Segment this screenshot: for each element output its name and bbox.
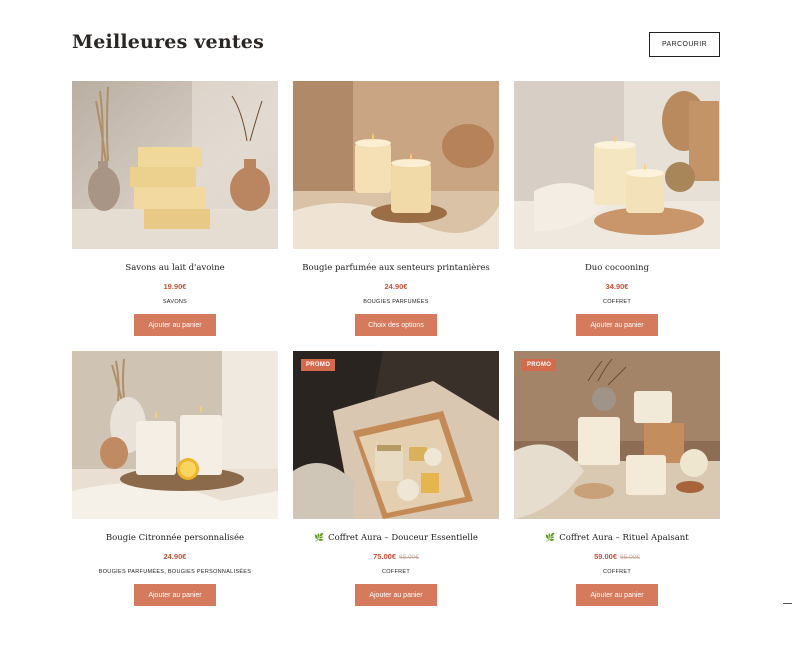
- product-card: PROMO 🌿 Coffret Aura – Rituel Apaisant 59…: [514, 351, 720, 606]
- section-title: Meilleures ventes: [72, 31, 264, 53]
- add-to-cart-button[interactable]: Ajouter au panier: [576, 314, 658, 336]
- product-image[interactable]: PROMO: [293, 351, 499, 519]
- product-name[interactable]: Savons au lait d'avoine: [72, 263, 278, 273]
- product-card: Duo cocooning 34.90€ COFFRET Ajouter au …: [514, 81, 720, 336]
- product-image[interactable]: PROMO: [514, 351, 720, 519]
- product-category[interactable]: COFFRET: [293, 569, 499, 575]
- old-price: 85.00€: [399, 554, 419, 561]
- old-price: 65.00€: [620, 554, 640, 561]
- add-to-cart-button[interactable]: Ajouter au panier: [576, 584, 658, 606]
- product-name[interactable]: Bougie Citronnée personnalisée: [72, 533, 278, 543]
- product-name-text[interactable]: Coffret Aura – Rituel Apaisant: [559, 533, 688, 543]
- product-name[interactable]: Bougie parfumée aux senteurs printanière…: [293, 263, 499, 273]
- product-category[interactable]: COFFRET: [514, 299, 720, 305]
- add-to-cart-button[interactable]: Ajouter au panier: [134, 584, 216, 606]
- current-price: 19.90€: [163, 282, 187, 291]
- product-category[interactable]: BOUGIES PARFUMÉES: [293, 299, 499, 305]
- product-price: 19.90€: [72, 282, 278, 291]
- product-price: 24.90€: [293, 282, 499, 291]
- product-name[interactable]: 🌿 Coffret Aura – Rituel Apaisant: [514, 533, 720, 543]
- add-to-cart-button[interactable]: Ajouter au panier: [355, 584, 437, 606]
- product-card: Bougie Citronnée personnalisée 24.90€ BO…: [72, 351, 278, 606]
- leaf-icon: 🌿: [545, 533, 556, 542]
- product-card: Bougie parfumée aux senteurs printanière…: [293, 81, 499, 336]
- product-category[interactable]: SAVONS: [72, 299, 278, 305]
- product-price: 34.90€: [514, 282, 720, 291]
- product-image[interactable]: [72, 81, 278, 249]
- product-card: Savons au lait d'avoine 19.90€ SAVONS Aj…: [72, 81, 278, 336]
- leaf-icon: 🌿: [314, 533, 325, 542]
- choose-options-button[interactable]: Choix des options: [355, 314, 437, 336]
- promo-badge: PROMO: [522, 359, 557, 371]
- current-price: 24.90€: [163, 552, 187, 561]
- product-price: 24.90€: [72, 552, 278, 561]
- current-price: 75.00€: [373, 552, 397, 561]
- current-price: 59.00€: [594, 552, 618, 561]
- product-price: 59.00€ 65.00€: [514, 552, 720, 561]
- product-image[interactable]: [514, 81, 720, 249]
- product-category[interactable]: COFFRET: [514, 569, 720, 575]
- add-to-cart-button[interactable]: Ajouter au panier: [134, 314, 216, 336]
- product-image[interactable]: [72, 351, 278, 519]
- current-price: 34.90€: [605, 282, 629, 291]
- scroll-indicator[interactable]: [783, 603, 792, 604]
- promo-badge: PROMO: [301, 359, 336, 371]
- product-card: PROMO 🌿 Coffret Aura – Douceur Essentiell…: [293, 351, 499, 606]
- product-name-text[interactable]: Coffret Aura – Douceur Essentielle: [328, 533, 478, 543]
- browse-button[interactable]: PARCOURIR: [649, 32, 720, 57]
- product-name[interactable]: Duo cocooning: [514, 263, 720, 273]
- product-price: 75.00€ 85.00€: [293, 552, 499, 561]
- product-category[interactable]: BOUGIES PARFUMÉES, BOUGIES PERSONNALISÉE…: [72, 569, 278, 575]
- current-price: 24.90€: [384, 282, 408, 291]
- product-name[interactable]: 🌿 Coffret Aura – Douceur Essentielle: [293, 533, 499, 543]
- product-image[interactable]: [293, 81, 499, 249]
